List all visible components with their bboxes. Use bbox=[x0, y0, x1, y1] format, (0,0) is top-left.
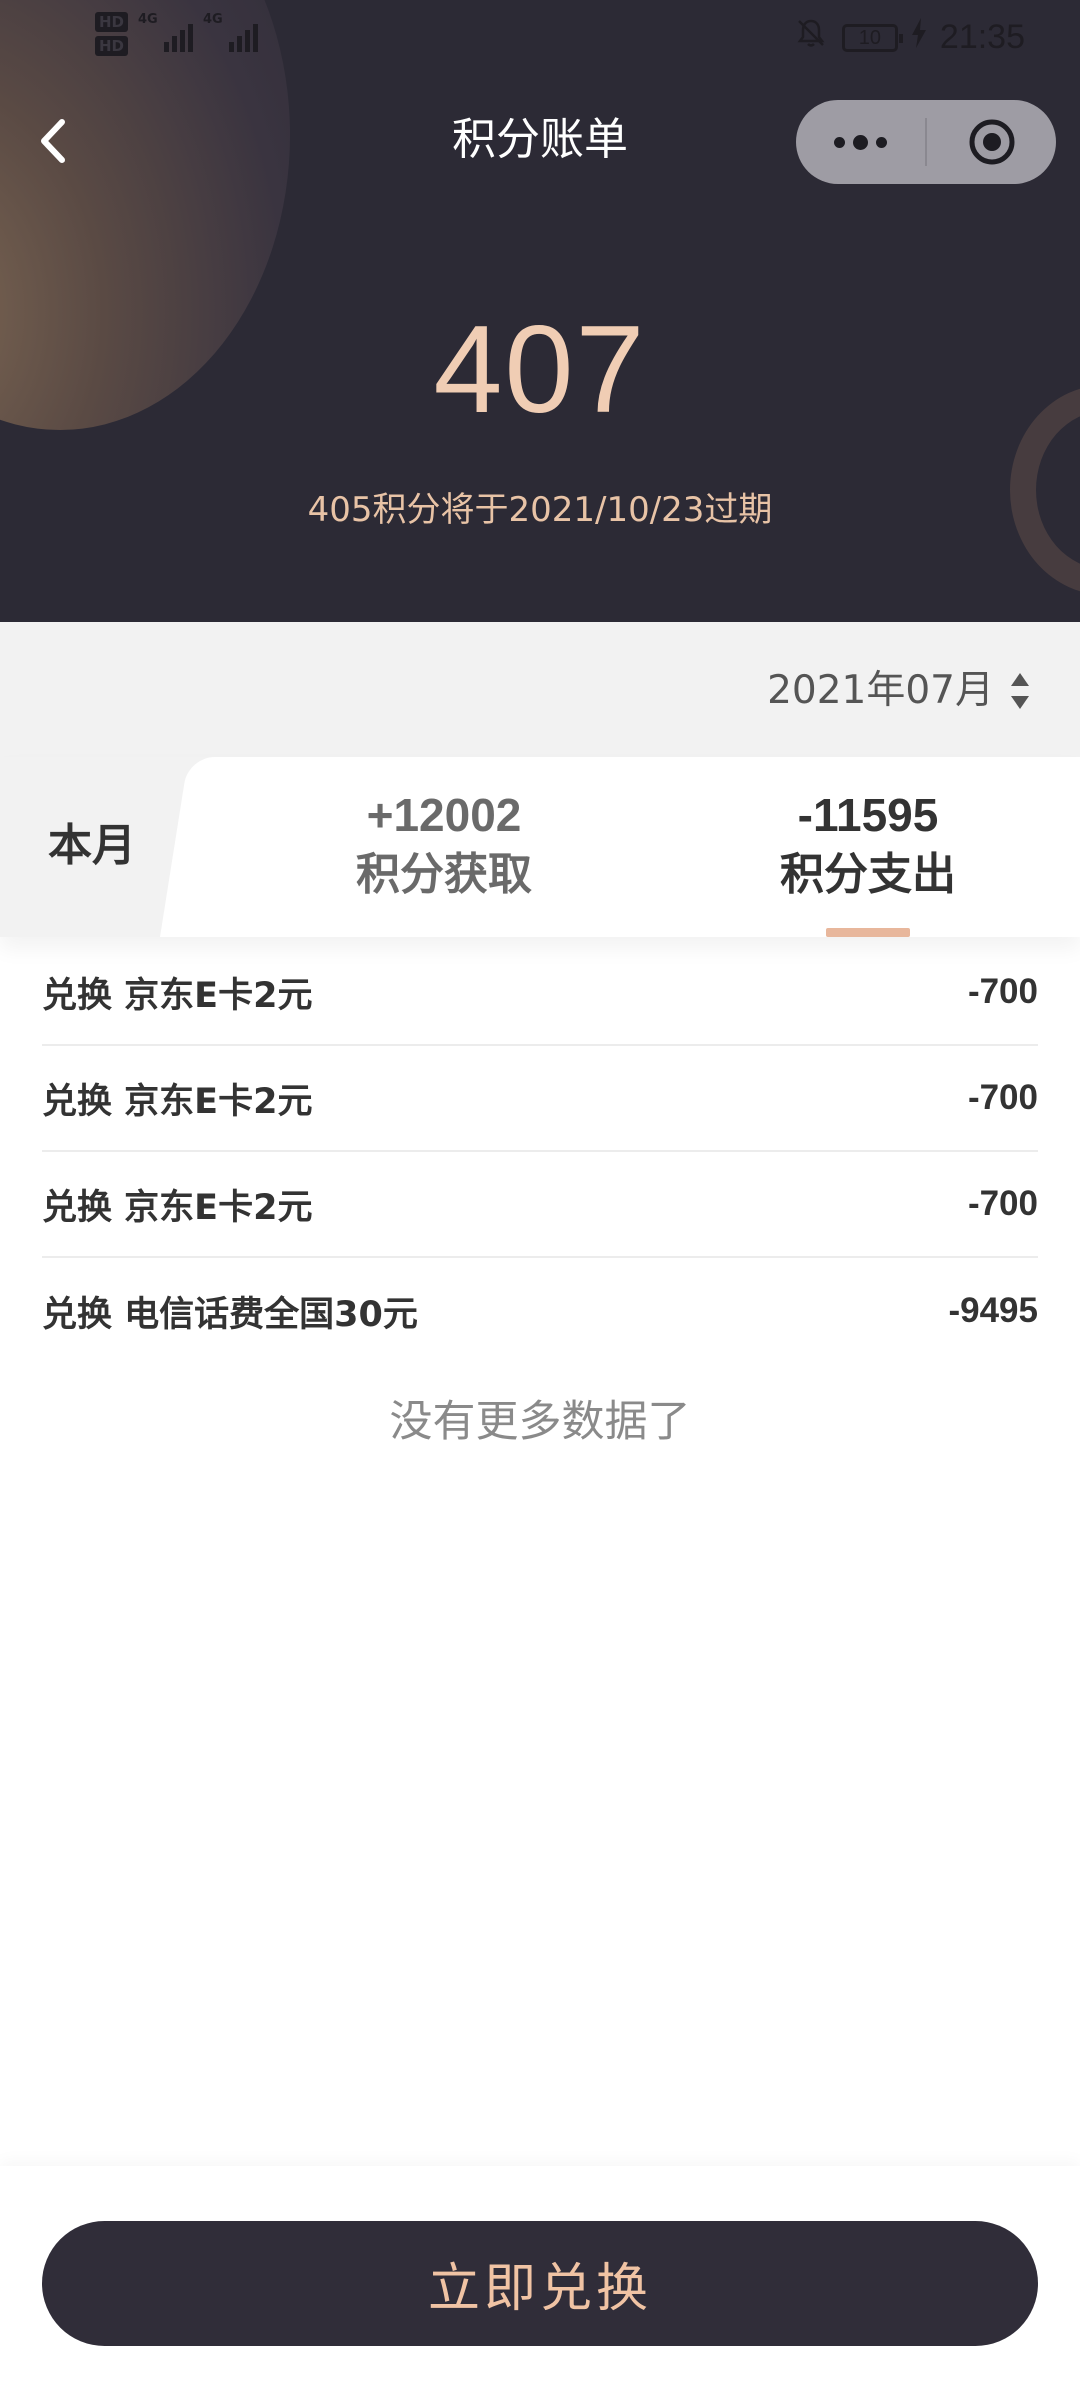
points-header: HD HD 4G 4G 10 21:35 积分账单 407 405积分将于202… bbox=[0, 0, 1080, 622]
status-right: 10 21:35 bbox=[794, 16, 1025, 59]
summary-period-label: 本月 bbox=[48, 820, 136, 871]
spent-value: -11595 bbox=[797, 789, 939, 841]
list-item: 兑换 电信话费全国30元 -9495 bbox=[42, 1258, 1038, 1364]
hd-badge: HD bbox=[95, 12, 129, 32]
transaction-amount: -700 bbox=[967, 1078, 1038, 1117]
sort-arrows-icon bbox=[1010, 671, 1030, 711]
status-left: HD HD 4G 4G bbox=[95, 12, 259, 56]
active-tab-indicator bbox=[826, 928, 910, 937]
no-more-data-note: 没有更多数据了 bbox=[389, 1397, 691, 1447]
transaction-amount: -9495 bbox=[948, 1291, 1038, 1330]
transaction-description: 兑换 京东E卡2元 bbox=[42, 1187, 313, 1228]
close-miniapp-button[interactable] bbox=[927, 100, 1056, 184]
list-item: 兑换 京东E卡2元 -700 bbox=[42, 1046, 1038, 1152]
status-bar: HD HD 4G 4G 10 21:35 bbox=[0, 0, 1080, 76]
month-picker[interactable]: 2021年07月 bbox=[767, 663, 1030, 719]
earned-label: 积分获取 bbox=[356, 849, 532, 900]
miniapp-capsule bbox=[796, 100, 1056, 184]
spent-label: 积分支出 bbox=[780, 849, 956, 900]
battery-icon: 10 bbox=[841, 23, 903, 52]
hd-indicators: HD HD bbox=[95, 12, 129, 56]
transaction-amount: -700 bbox=[967, 1184, 1038, 1223]
transaction-description: 兑换 京东E卡2元 bbox=[42, 1081, 313, 1122]
status-time: 21:35 bbox=[939, 18, 1025, 56]
more-dots-icon bbox=[834, 136, 845, 148]
list-item: 兑换 京东E卡2元 -700 bbox=[42, 940, 1038, 1046]
network-label: 4G bbox=[203, 12, 223, 27]
tab-points-spent[interactable]: -11595 积分支出 bbox=[708, 785, 1028, 905]
transaction-list: 兑换 京东E卡2元 -700 兑换 京东E卡2元 -700 兑换 京东E卡2元 … bbox=[42, 940, 1038, 1364]
hd-badge: HD bbox=[95, 36, 129, 56]
signal-icon: 4G bbox=[203, 12, 259, 52]
transaction-description: 兑换 京东E卡2元 bbox=[42, 975, 313, 1016]
points-expire-note: 405积分将于2021/10/23过期 bbox=[307, 490, 773, 530]
charging-icon bbox=[911, 18, 926, 57]
network-label: 4G bbox=[138, 12, 158, 27]
month-value: 2021年07月 bbox=[767, 668, 994, 713]
bell-muted-icon bbox=[794, 16, 828, 59]
more-button[interactable] bbox=[796, 100, 925, 184]
monthly-summary: 本月 +12002 积分获取 -11595 积分支出 bbox=[0, 757, 1080, 937]
points-total: 407 bbox=[433, 301, 647, 439]
redeem-now-button[interactable]: 立即兑换 bbox=[42, 2221, 1038, 2346]
transaction-description: 兑换 电信话费全国30元 bbox=[42, 1294, 418, 1335]
list-item: 兑换 京东E卡2元 -700 bbox=[42, 1152, 1038, 1258]
transaction-amount: -700 bbox=[967, 972, 1038, 1011]
earned-value: +12002 bbox=[366, 789, 522, 841]
target-circle-icon bbox=[969, 119, 1014, 165]
tab-points-earned[interactable]: +12002 积分获取 bbox=[284, 785, 604, 905]
signal-icon: 4G bbox=[138, 12, 194, 52]
